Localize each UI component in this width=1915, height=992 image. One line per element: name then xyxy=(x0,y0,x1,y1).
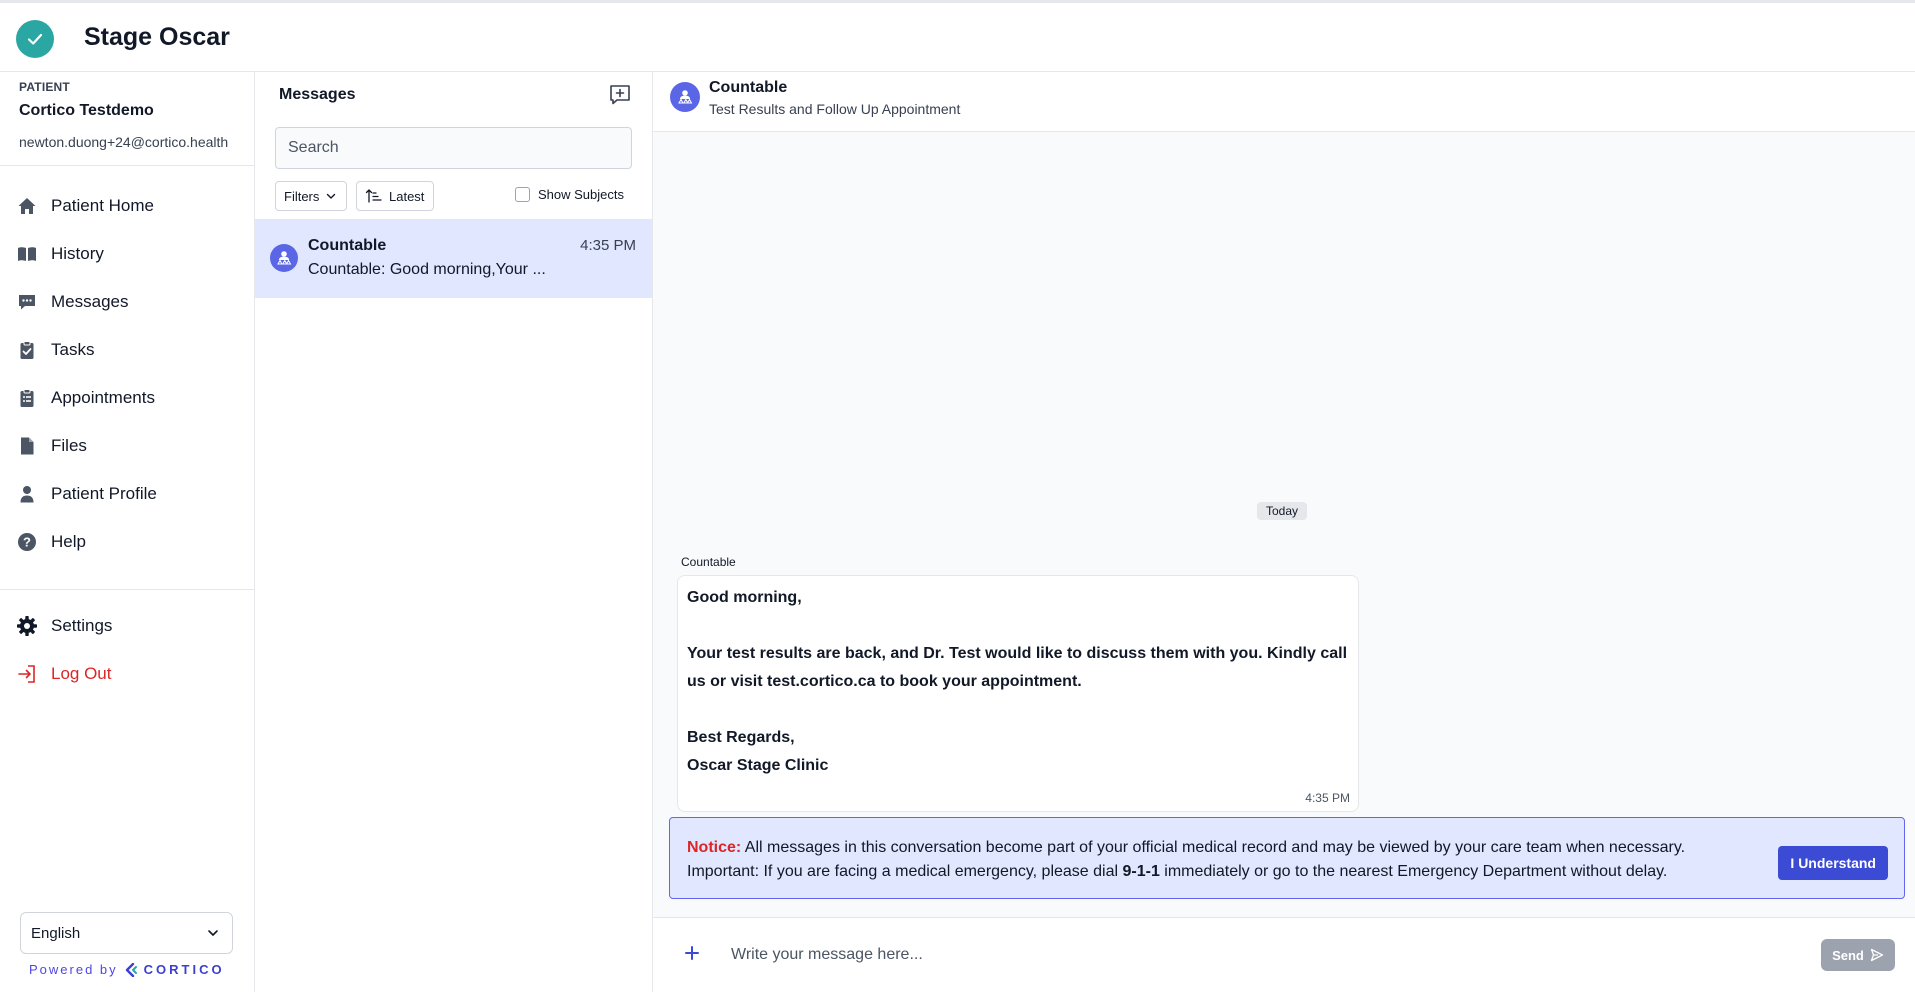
conversation-preview: Countable: Good morning,Your ... xyxy=(308,261,546,278)
conversation-header: Countable Test Results and Follow Up App… xyxy=(653,72,1915,132)
clipboard-check-icon xyxy=(16,339,38,361)
powered-by-text: Powered by xyxy=(29,962,118,977)
sidebar-item-patient-home[interactable]: Patient Home xyxy=(0,182,254,230)
sidebar-item-label: Patient Profile xyxy=(51,484,157,503)
messages-panel: Messages Filters Latest Show Subjects Co… xyxy=(255,72,653,992)
sidebar-item-label: Tasks xyxy=(51,340,95,359)
show-subjects-toggle[interactable]: Show Subjects xyxy=(515,187,624,202)
new-message-button[interactable] xyxy=(607,82,633,108)
patient-label: PATIENT xyxy=(19,80,70,94)
powered-by: Powered by CORTICO xyxy=(29,962,225,977)
svg-text:?: ? xyxy=(23,535,31,550)
logout-button[interactable]: Log Out xyxy=(0,650,254,698)
sidebar-item-patient-profile[interactable]: Patient Profile xyxy=(0,470,254,518)
sidebar-item-label: Messages xyxy=(51,292,129,311)
sidebar-item-label: Help xyxy=(51,532,86,551)
logout-icon xyxy=(16,663,38,685)
group-icon xyxy=(277,251,292,265)
check-icon xyxy=(27,33,43,45)
sort-label: Latest xyxy=(389,188,425,204)
sort-ascending-icon xyxy=(365,189,382,203)
conversation-name: Countable xyxy=(308,237,387,254)
attach-button[interactable] xyxy=(681,942,703,964)
sidebar-item-help[interactable]: ? Help xyxy=(0,518,254,566)
conversation-subject: Test Results and Follow Up Appointment xyxy=(709,101,961,117)
notice-line2-after: immediately or go to the nearest Emergen… xyxy=(1159,863,1668,880)
conversation-view: Countable Test Results and Follow Up App… xyxy=(653,72,1915,992)
avatar xyxy=(270,244,298,272)
gear-icon xyxy=(16,615,38,637)
group-icon xyxy=(678,90,693,104)
conversation-time: 4:35 PM xyxy=(580,237,636,254)
sidebar-item-tasks[interactable]: Tasks xyxy=(0,326,254,374)
messages-panel-title: Messages xyxy=(279,86,356,103)
sidebar-item-files[interactable]: Files xyxy=(0,422,254,470)
filters-label: Filters xyxy=(284,188,320,204)
powered-by-brand: CORTICO xyxy=(143,962,225,977)
app-title: Stage Oscar xyxy=(84,23,230,51)
sort-button[interactable]: Latest xyxy=(356,181,434,211)
search-input[interactable] xyxy=(275,127,632,169)
send-icon xyxy=(1870,948,1884,962)
notice-line1: All messages in this conversation become… xyxy=(741,839,1686,856)
notice-line2-before: Important: If you are facing a medical e… xyxy=(687,863,1123,880)
file-icon xyxy=(16,435,38,457)
sidebar-item-label: Patient Home xyxy=(51,196,154,215)
sidebar-item-messages[interactable]: Messages xyxy=(0,278,254,326)
sidebar-item-history[interactable]: History xyxy=(0,230,254,278)
date-divider: Today xyxy=(1257,502,1308,520)
patient-info: PATIENT Cortico Testdemo newton.duong+24… xyxy=(0,72,254,166)
sidebar: PATIENT Cortico Testdemo newton.duong+24… xyxy=(0,72,255,992)
language-selected: English xyxy=(31,924,81,942)
app-logo[interactable] xyxy=(16,20,54,58)
emergency-number: 9-1-1 xyxy=(1122,863,1160,880)
show-subjects-label: Show Subjects xyxy=(538,187,624,202)
sidebar-item-settings[interactable]: Settings xyxy=(0,602,254,650)
sidebar-secondary-nav: Settings Log Out xyxy=(0,602,254,698)
avatar xyxy=(670,82,700,112)
question-icon: ? xyxy=(16,531,38,553)
message-sender: Countable xyxy=(681,555,736,569)
show-subjects-checkbox[interactable] xyxy=(515,187,530,202)
message-time: 4:35 PM xyxy=(1305,791,1350,805)
chat-icon xyxy=(16,291,38,313)
notice-banner: Notice: All messages in this conversatio… xyxy=(669,817,1905,899)
sidebar-item-appointments[interactable]: Appointments xyxy=(0,374,254,422)
language-select[interactable]: English xyxy=(20,912,233,954)
sidebar-divider xyxy=(0,589,254,590)
sidebar-nav: Patient Home History Messages Tasks Appo… xyxy=(0,182,254,566)
home-icon xyxy=(16,195,38,217)
filters-button[interactable]: Filters xyxy=(275,181,347,211)
conversation-list-item[interactable]: Countable 4:35 PM Countable: Good mornin… xyxy=(255,219,652,298)
message-text: Good morning, Your test results are back… xyxy=(687,589,1348,774)
patient-name: Cortico Testdemo xyxy=(19,102,154,119)
clipboard-list-icon xyxy=(16,387,38,409)
logout-label: Log Out xyxy=(51,664,112,683)
sidebar-item-label: Files xyxy=(51,436,87,455)
top-bar: Stage Oscar xyxy=(0,0,1915,72)
message-input[interactable] xyxy=(731,938,1731,972)
settings-label: Settings xyxy=(51,616,113,635)
cortico-logo-icon xyxy=(125,962,137,977)
chevron-down-icon xyxy=(327,193,336,199)
send-button[interactable]: Send xyxy=(1821,939,1895,971)
send-label: Send xyxy=(1832,947,1864,963)
sidebar-item-label: History xyxy=(51,244,104,263)
notice-text: Notice: All messages in this conversatio… xyxy=(687,836,1757,884)
i-understand-button[interactable]: I Understand xyxy=(1778,846,1888,880)
patient-email: newton.duong+24@cortico.health xyxy=(19,134,229,150)
conversation-title: Countable xyxy=(709,79,788,96)
message-bubble: Good morning, Your test results are back… xyxy=(677,575,1359,812)
sidebar-item-label: Appointments xyxy=(51,388,155,407)
plus-icon xyxy=(685,946,699,960)
compose-icon xyxy=(610,85,630,105)
user-icon xyxy=(16,483,38,505)
book-icon xyxy=(16,243,38,265)
chevron-down-icon xyxy=(208,930,218,936)
notice-label: Notice: xyxy=(687,839,742,856)
message-composer: Send xyxy=(653,917,1915,992)
